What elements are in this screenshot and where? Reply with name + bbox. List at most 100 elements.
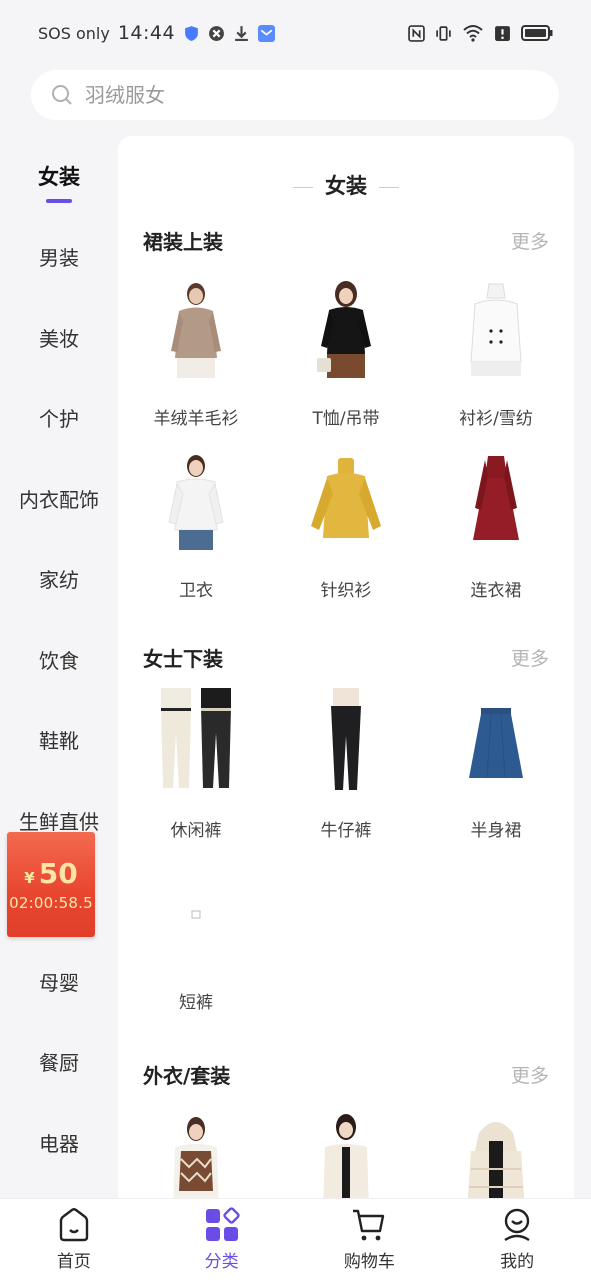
more-link[interactable]: 更多 — [511, 1061, 549, 1088]
tshirt-image — [317, 281, 371, 378]
section-header: 裙装上装 更多 — [143, 226, 549, 255]
category-label: 生鲜直供 — [19, 809, 99, 834]
tab-label: 分类 — [204, 1252, 239, 1272]
product-category-item[interactable]: 连衣裙 — [421, 448, 571, 601]
jacket-image — [323, 1114, 369, 1200]
wifi-icon — [463, 25, 483, 42]
section-title: 女士下装 — [143, 647, 223, 671]
tab-label: 购物车 — [343, 1252, 395, 1272]
category-label: 电器 — [39, 1131, 79, 1156]
section-title: 裙装上装 — [143, 230, 223, 254]
tab-profile[interactable]: 我的 — [443, 1199, 591, 1280]
panel-title: 女装 — [118, 170, 574, 200]
product-category-label: 休闲裤 — [170, 821, 222, 841]
more-link[interactable]: 更多 — [511, 227, 549, 254]
product-category-item[interactable]: 半身裙 — [421, 688, 571, 841]
product-category-item[interactable]: 卫衣 — [121, 448, 271, 601]
product-category-item[interactable]: 牛仔裤 — [271, 688, 421, 841]
alert-icon — [495, 25, 510, 41]
category-item-food[interactable]: 饮食 — [0, 619, 118, 700]
status-bar: SOS only 14:44 — [0, 0, 591, 66]
tab-home[interactable]: 首页 — [0, 1199, 148, 1280]
home-icon — [59, 1208, 89, 1242]
category-label: 女装 — [38, 165, 80, 190]
coupon-amount: ¥50 — [24, 857, 77, 890]
coupon-value: 50 — [38, 857, 78, 890]
category-item-personal-care[interactable]: 个护 — [0, 378, 118, 459]
down-coat-image — [467, 1122, 525, 1200]
cart-icon — [353, 1209, 385, 1241]
product-category-label: 牛仔裤 — [320, 821, 372, 841]
product-category-item[interactable]: 短裤 — [121, 860, 271, 1013]
blocked-icon — [209, 25, 225, 41]
profile-icon — [504, 1208, 530, 1242]
search-icon — [52, 85, 72, 105]
product-category-label: 卫衣 — [179, 581, 213, 601]
product-category-item[interactable] — [421, 1111, 571, 1200]
jeans-image — [331, 688, 361, 790]
product-category-item[interactable]: 衬衫/雪纺 — [421, 276, 571, 429]
category-label: 饮食 — [39, 648, 79, 673]
product-category-item[interactable]: 休闲裤 — [121, 688, 271, 841]
casual-pants-image — [161, 688, 231, 788]
app-notification-icon — [258, 24, 276, 42]
category-item-home-textile[interactable]: 家纺 — [0, 539, 118, 620]
category-item-kitchen[interactable]: 餐厨 — [0, 1022, 118, 1103]
broken-image-icon — [191, 910, 201, 919]
panel-title-text: 女装 — [325, 174, 367, 198]
tab-label: 我的 — [500, 1252, 535, 1272]
sweater-image — [171, 283, 221, 378]
category-label: 男装 — [39, 246, 79, 271]
currency-symbol: ¥ — [24, 869, 35, 887]
tab-cart[interactable]: 购物车 — [296, 1199, 444, 1280]
category-item-underwear[interactable]: 内衣配饰 — [0, 458, 118, 539]
tab-label: 首页 — [56, 1252, 91, 1272]
product-category-label: 半身裙 — [470, 821, 522, 841]
category-item-appliances[interactable]: 电器 — [0, 1102, 118, 1183]
category-icon — [205, 1207, 240, 1241]
tab-category[interactable]: 分类 — [148, 1199, 296, 1280]
product-category-label: 短裤 — [179, 993, 213, 1013]
category-item-men[interactable]: 男装 — [0, 217, 118, 298]
search-bar[interactable] — [31, 70, 559, 120]
category-item-baby[interactable]: 母婴 — [0, 941, 118, 1022]
bottom-tab-bar: 首页 分类 购物车 我的 — [0, 1198, 591, 1280]
red-packet-coupon[interactable]: ¥50 02:00:58.5 — [7, 832, 95, 937]
more-link[interactable]: 更多 — [511, 644, 549, 671]
category-label: 母婴 — [39, 970, 79, 995]
product-category-item[interactable]: 针织衫 — [271, 448, 421, 601]
download-icon — [235, 25, 248, 41]
product-category-label: 针织衫 — [320, 581, 372, 601]
carrier-text: SOS only — [38, 23, 110, 43]
knit-sweater-image — [311, 458, 381, 538]
category-item-women[interactable]: 女装 — [0, 136, 118, 217]
category-label: 个护 — [39, 407, 79, 432]
category-label: 餐厨 — [39, 1051, 79, 1076]
clock: 14:44 — [117, 22, 176, 44]
section-title: 外衣/套装 — [143, 1064, 231, 1088]
battery-icon — [521, 25, 553, 41]
category-content-panel: 女装 裙装上装 更多 羊绒羊毛衫 T恤/吊带 衬衫/雪纺 卫衣 针织衫 连衣裙 … — [118, 136, 574, 1200]
category-label: 家纺 — [39, 568, 79, 593]
product-category-label: 衬衫/雪纺 — [459, 409, 533, 429]
category-item-shoes[interactable]: 鞋靴 — [0, 700, 118, 781]
product-category-label: 羊绒羊毛衫 — [153, 409, 239, 429]
product-category-item[interactable]: 羊绒羊毛衫 — [121, 276, 271, 429]
section-header: 外衣/套装 更多 — [143, 1060, 549, 1089]
search-input[interactable] — [85, 83, 505, 107]
coupon-countdown: 02:00:58.5 — [9, 894, 93, 912]
skirt-image — [469, 708, 523, 779]
category-item-beauty[interactable]: 美妆 — [0, 297, 118, 378]
product-category-item[interactable] — [121, 1111, 271, 1200]
product-category-label: T恤/吊带 — [312, 409, 380, 429]
hoodie-image — [168, 455, 224, 550]
product-category-item[interactable]: T恤/吊带 — [271, 276, 421, 429]
active-indicator — [46, 198, 72, 203]
vibrate-icon — [436, 25, 451, 41]
nfc-icon — [408, 24, 425, 42]
product-category-item[interactable] — [271, 1111, 421, 1200]
shield-icon — [185, 25, 198, 41]
category-label: 鞋靴 — [39, 729, 79, 754]
category-sidebar: 女装 男装 美妆 个护 内衣配饰 家纺 饮食 鞋靴 生鲜直供 母婴 餐厨 电器 — [0, 136, 118, 1183]
dress-image — [473, 456, 519, 540]
